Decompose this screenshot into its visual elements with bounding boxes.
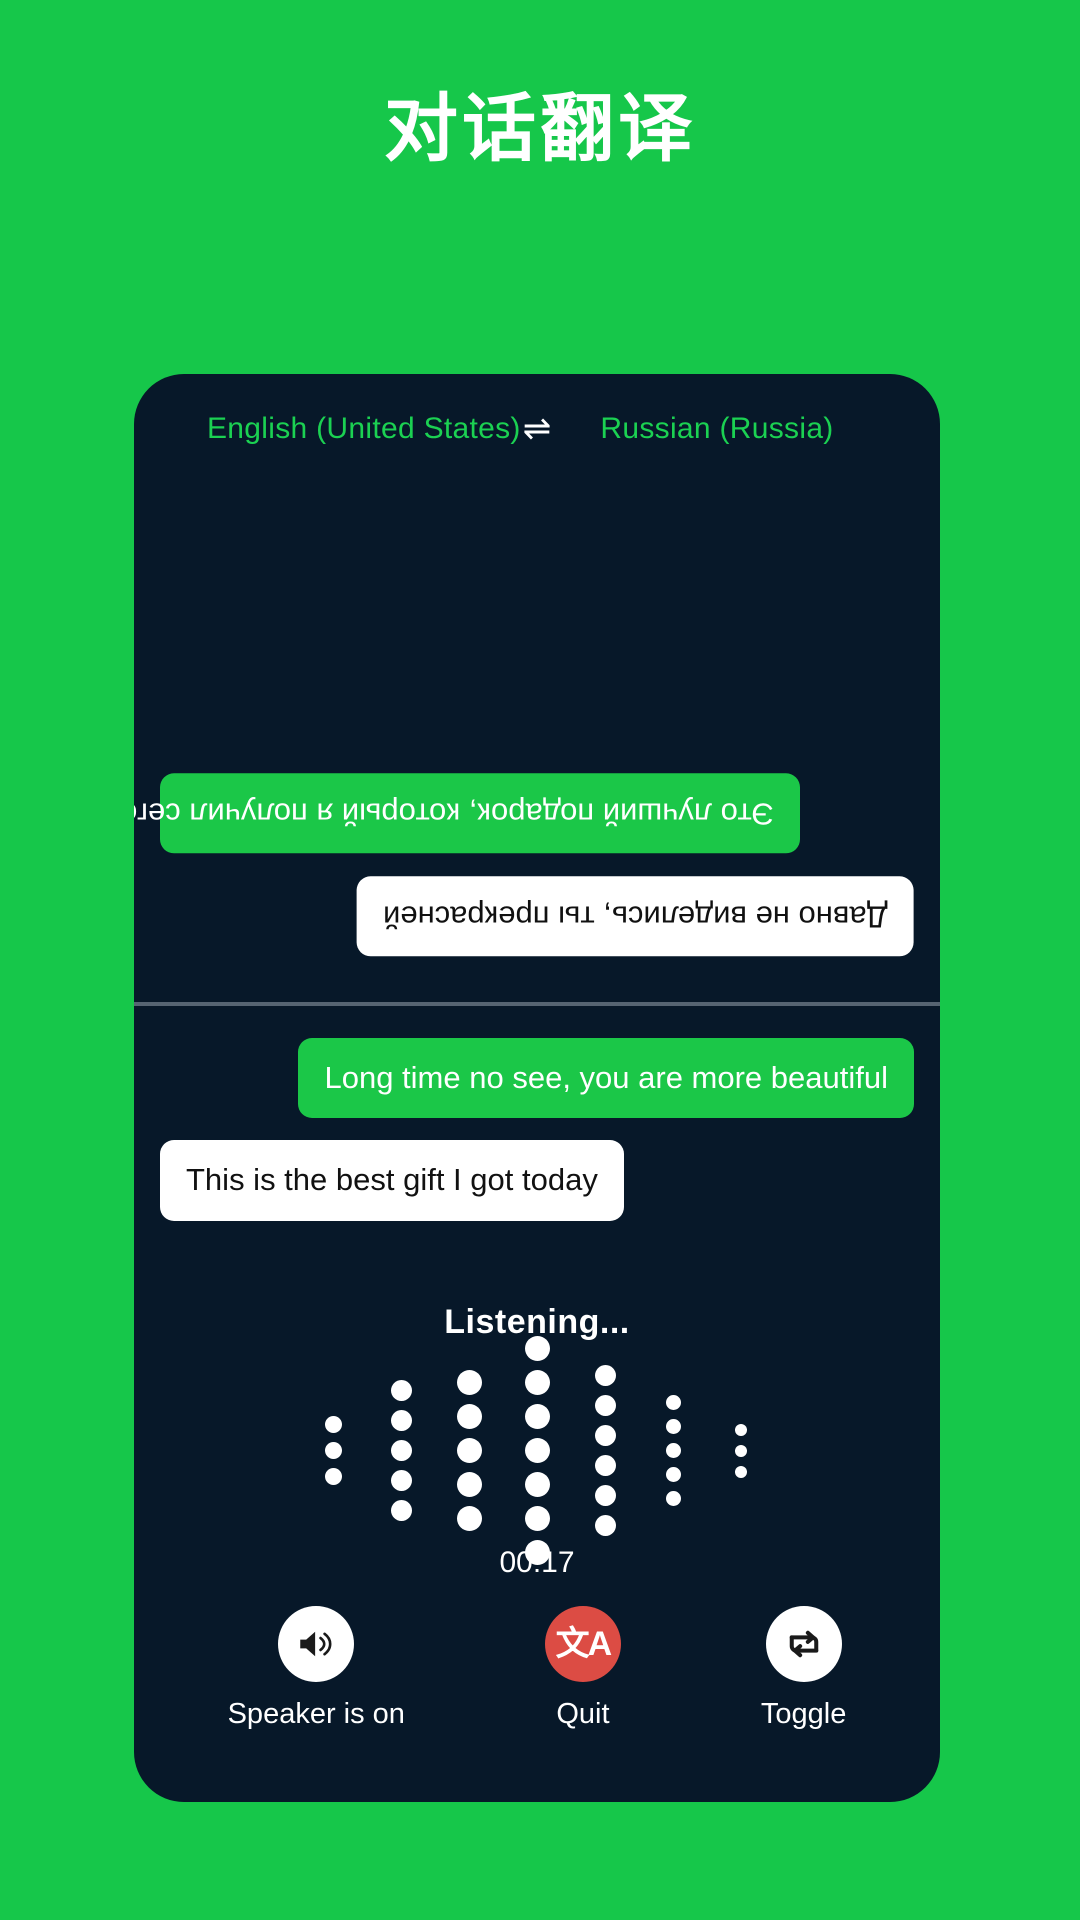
waveform-dot [594,1365,616,1387]
repeat-swap-icon[interactable] [765,1605,842,1682]
waveform-dot [456,1506,482,1532]
translate-icon[interactable]: 文A [544,1605,621,1682]
message-bubble: Давно не виделись, ты прекрасней [357,875,914,956]
waveform-dot [390,1500,412,1522]
source-language-selector[interactable]: English (United States) [207,412,520,446]
waveform-dot [665,1491,681,1507]
waveform-dot [390,1440,412,1462]
waveform-dot [594,1425,616,1447]
message-row: This is the best gift I got today [160,1140,914,1221]
translate-glyph: 文A [555,1624,613,1663]
target-language-selector[interactable]: Russian (Russia) [567,412,867,446]
quit-label: Quit [556,1697,610,1730]
waveform-dot [524,1506,550,1532]
waveform-dot [524,1472,550,1498]
waveform-dot [524,1336,550,1362]
speaker-toggle-label: Speaker is on [227,1697,405,1730]
message-bubble: This is the best gift I got today [160,1140,624,1221]
waveform-dot [665,1395,681,1411]
audio-waveform [299,1336,775,1566]
waveform-dot [324,1416,342,1434]
waveform-dot [735,1444,747,1457]
waveform-column [571,1365,639,1537]
waveform-column [503,1336,571,1566]
waveform-dot [390,1380,412,1402]
waveform-dot [594,1485,616,1507]
waveform-column [367,1380,435,1522]
waveform-dot [456,1404,482,1430]
message-row: Это лучший подарок, который я получил се… [134,773,914,854]
waveform-dot [735,1423,747,1436]
conversation-panel-bottom: Long time no see, you are more beautiful… [134,1006,940,1580]
message-bubble: Long time no see, you are more beautiful [298,1038,914,1119]
message-row: Long time no see, you are more beautiful [160,1038,914,1119]
waveform-dot [665,1467,681,1483]
language-bar: English (United States) ⇌ Russian (Russi… [134,374,940,456]
waveform-dot [594,1455,616,1477]
waveform-column [639,1395,707,1507]
recording-timer: 00:17 [499,1545,575,1579]
message-row: Давно не виделись, ты прекрасней [160,875,914,956]
listening-area: Listening... 00:17 [160,1243,914,1580]
toggle-label: Toggle [760,1697,847,1730]
phone-frame: English (United States) ⇌ Russian (Russi… [134,374,940,1802]
waveform-dot [456,1438,482,1464]
waveform-dot [524,1404,550,1430]
message-bubble: Это лучший подарок, который я получил се… [134,773,800,854]
speaker-icon[interactable] [278,1605,355,1682]
swap-languages-icon[interactable]: ⇌ [507,412,567,446]
waveform-column [299,1416,367,1486]
waveform-dot [594,1395,616,1417]
waveform-dot [456,1472,482,1498]
waveform-dot [665,1419,681,1435]
waveform-dot [594,1515,616,1537]
waveform-dot [456,1370,482,1396]
waveform-dot [390,1410,412,1432]
control-bar: Speaker is on 文A Quit Toggle [134,1580,940,1777]
conversation-panel-top: Это лучший подарок, который я получил се… [134,456,940,1002]
waveform-dot [324,1468,342,1486]
quit-button[interactable]: 文A Quit [544,1605,621,1731]
speaker-toggle-button[interactable]: Speaker is on [227,1605,405,1731]
waveform-column [707,1423,775,1478]
waveform-dot [735,1465,747,1478]
waveform-dot [390,1470,412,1492]
waveform-column [435,1370,503,1532]
waveform-dot [324,1442,342,1460]
waveform-dot [665,1443,681,1459]
toggle-button[interactable]: Toggle [760,1605,847,1731]
waveform-dot [524,1438,550,1464]
page-title: 对话翻译 [384,87,696,170]
waveform-dot [524,1370,550,1396]
